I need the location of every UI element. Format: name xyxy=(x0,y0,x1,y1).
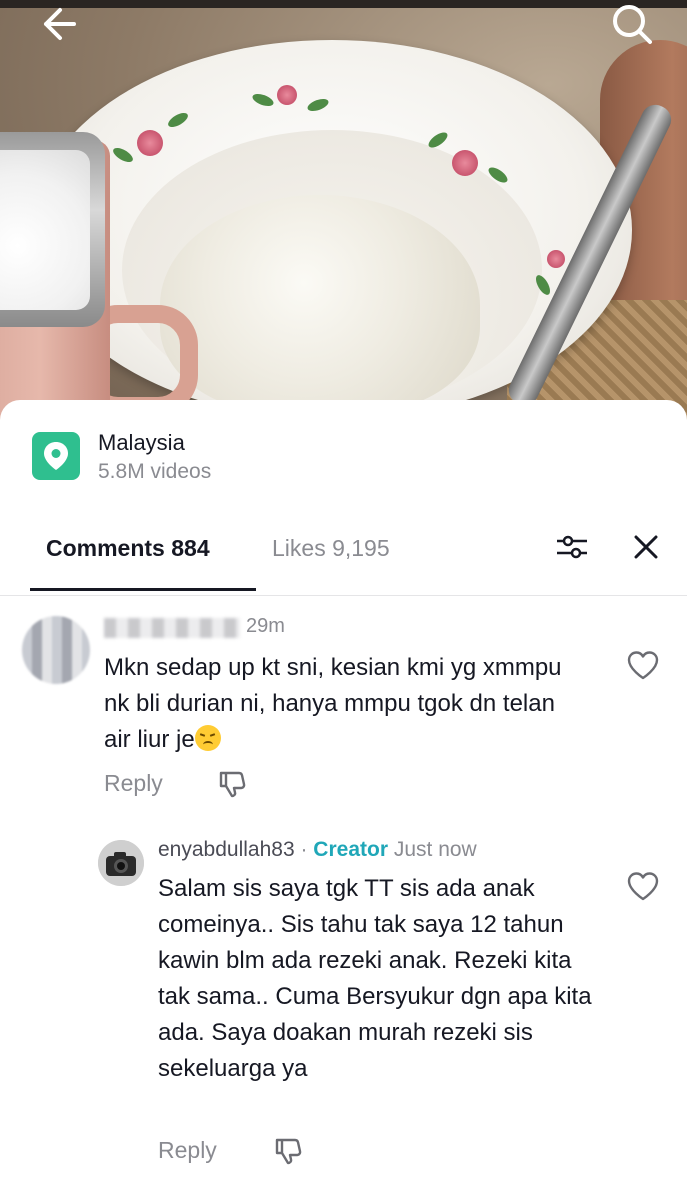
tab-comments[interactable]: Comments 884 xyxy=(46,535,210,562)
camera-avatar-icon xyxy=(98,840,144,886)
avatar[interactable] xyxy=(22,616,90,684)
location-video-count: 5.8M videos xyxy=(98,460,212,483)
location-badge xyxy=(32,432,80,480)
reply-button[interactable]: Reply xyxy=(158,1137,217,1164)
comment-tabs: Comments 884 Likes 9,195 xyxy=(0,525,687,596)
video-rice xyxy=(160,195,480,415)
location-name: Malaysia xyxy=(98,430,185,455)
username[interactable]: enyabdullah83 xyxy=(158,838,295,861)
username-redacted[interactable] xyxy=(104,618,240,638)
avatar[interactable] xyxy=(98,840,144,886)
comment-text: Mkn sedap up kt sni, kesian kmi yg xmmpu… xyxy=(104,650,584,758)
tab-likes[interactable]: Likes 9,195 xyxy=(272,535,390,562)
back-button[interactable] xyxy=(34,0,82,48)
video-milk xyxy=(0,150,90,310)
thumbs-down-icon xyxy=(275,1138,302,1165)
search-icon xyxy=(613,5,652,44)
video-player[interactable] xyxy=(0,0,687,420)
thumbs-down-icon xyxy=(219,771,246,798)
arrow-left-icon xyxy=(44,8,76,40)
reply-button[interactable]: Reply xyxy=(104,770,163,797)
dislike-button[interactable] xyxy=(216,768,248,800)
comment-time: 29m xyxy=(246,615,285,637)
like-button[interactable] xyxy=(624,648,662,682)
like-button[interactable] xyxy=(624,869,662,903)
sliders-icon xyxy=(557,535,587,559)
dislike-button[interactable] xyxy=(272,1135,304,1167)
meta-separator: · xyxy=(294,838,314,861)
search-button[interactable] xyxy=(608,0,656,48)
comment-text-body: Mkn sedap up kt sni, kesian kmi yg xmmpu… xyxy=(104,654,562,753)
location-pin-icon xyxy=(44,442,68,470)
creator-badge: Creator xyxy=(313,838,388,861)
disappointed-face-icon xyxy=(194,725,221,751)
comment-time: Just now xyxy=(393,838,477,861)
comments-sheet: Malaysia 5.8M videos Comments 884 Likes … xyxy=(0,400,687,1200)
active-tab-indicator xyxy=(30,588,256,591)
comment-text: Salam sis saya tgk TT sis ada anak comei… xyxy=(158,875,592,1082)
status-bar-strip xyxy=(0,0,687,8)
location-row[interactable]: Malaysia 5.8M videos xyxy=(32,428,532,488)
comment-meta: enyabdullah83 · Creator Just now xyxy=(158,838,477,862)
heart-icon xyxy=(627,872,659,901)
close-icon xyxy=(634,535,658,559)
heart-icon xyxy=(627,651,659,680)
filter-button[interactable] xyxy=(552,527,592,567)
close-button[interactable] xyxy=(626,527,666,567)
